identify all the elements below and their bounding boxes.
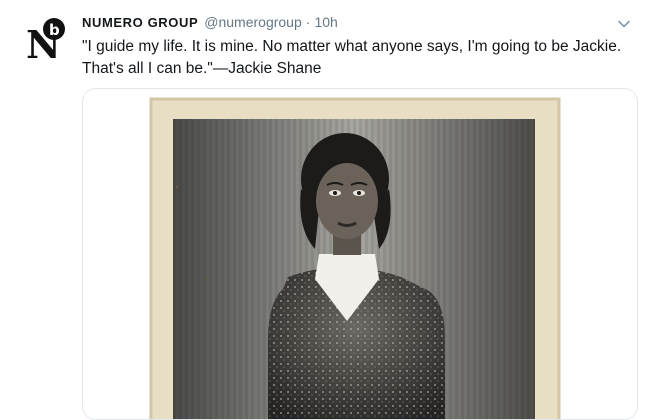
timestamp-link[interactable]: 10h bbox=[314, 14, 337, 30]
svg-text:b: b bbox=[49, 21, 60, 39]
tweet-media-card[interactable] bbox=[82, 88, 638, 420]
tweet-photo[interactable] bbox=[83, 89, 637, 419]
display-name[interactable]: NUMERO GROUP bbox=[82, 15, 198, 30]
username-handle[interactable]: @numerogroup bbox=[204, 14, 302, 30]
numero-group-logo-icon[interactable]: N b bbox=[26, 16, 68, 67]
separator-dot: · bbox=[305, 14, 311, 30]
tweet-header: NUMERO GROUP @numerogroup · 10h bbox=[82, 14, 338, 34]
chevron-down-icon[interactable] bbox=[616, 16, 632, 32]
tweet: N b NUMERO GROUP @numerogroup · 10h "I g… bbox=[0, 0, 650, 420]
tweet-text: "I guide my life. It is mine. No matter … bbox=[82, 38, 622, 77]
